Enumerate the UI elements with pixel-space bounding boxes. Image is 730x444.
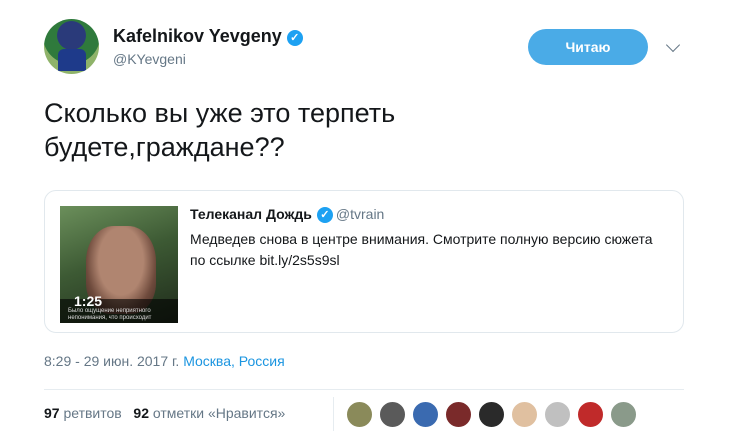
timestamp: 8:29 - 29 июн. 2017 г. Москва, Россия — [44, 353, 285, 369]
video-subtitle: Было ощущение неприятного непонимания, ч… — [68, 308, 152, 321]
author-name[interactable]: Kafelnikov Yevgeny ✓ — [113, 26, 303, 47]
liker-avatar[interactable] — [577, 401, 604, 428]
liker-avatar[interactable] — [445, 401, 472, 428]
liker-avatar[interactable] — [478, 401, 505, 428]
author-name-text: Kafelnikov Yevgeny — [113, 26, 282, 46]
author-handle[interactable]: @KYevgeni — [113, 51, 186, 67]
quote-text: Медведев снова в центре внимания. Смотри… — [190, 231, 653, 268]
quote-tweet-card[interactable]: 1:25 Было ощущение неприятного непониман… — [44, 190, 684, 333]
author-avatar[interactable] — [44, 19, 99, 74]
liker-avatar[interactable] — [346, 401, 373, 428]
likes-stat[interactable]: 92 отметки «Нравится» — [133, 405, 285, 421]
stats-separator — [333, 397, 334, 431]
divider — [44, 389, 684, 390]
follow-button[interactable]: Читаю — [528, 29, 648, 65]
verified-icon: ✓ — [286, 30, 303, 46]
liker-avatar[interactable] — [379, 401, 406, 428]
quote-author-name: Телеканал Дождь — [190, 206, 312, 222]
chevron-down-icon[interactable] — [665, 37, 681, 53]
retweets-stat[interactable]: 97 ретвитов — [44, 405, 122, 421]
liker-avatar[interactable] — [511, 401, 538, 428]
engagement-stats: 97 ретвитов 92 отметки «Нравится» — [44, 405, 285, 421]
retweets-count: 97 — [44, 405, 60, 421]
retweets-label: ретвитов — [63, 405, 122, 421]
quote-author-handle: @tvrain — [335, 206, 385, 222]
likes-label: отметки «Нравится» — [152, 405, 286, 421]
likes-count: 92 — [133, 405, 149, 421]
quote-author[interactable]: Телеканал Дождь ✓ @tvrain — [190, 206, 384, 223]
location-link[interactable]: Москва, Россия — [183, 353, 285, 369]
tweet-text: Сколько вы уже это терпеть будете,гражда… — [44, 98, 396, 162]
timestamp-date[interactable]: 8:29 - 29 июн. 2017 г. — [44, 353, 179, 369]
liker-avatar[interactable] — [610, 401, 637, 428]
video-thumbnail[interactable]: 1:25 Было ощущение неприятного непониман… — [60, 206, 178, 323]
liker-avatar[interactable] — [412, 401, 439, 428]
liker-avatar[interactable] — [544, 401, 571, 428]
verified-icon: ✓ — [316, 207, 333, 223]
video-duration: 1:25 — [74, 293, 103, 309]
